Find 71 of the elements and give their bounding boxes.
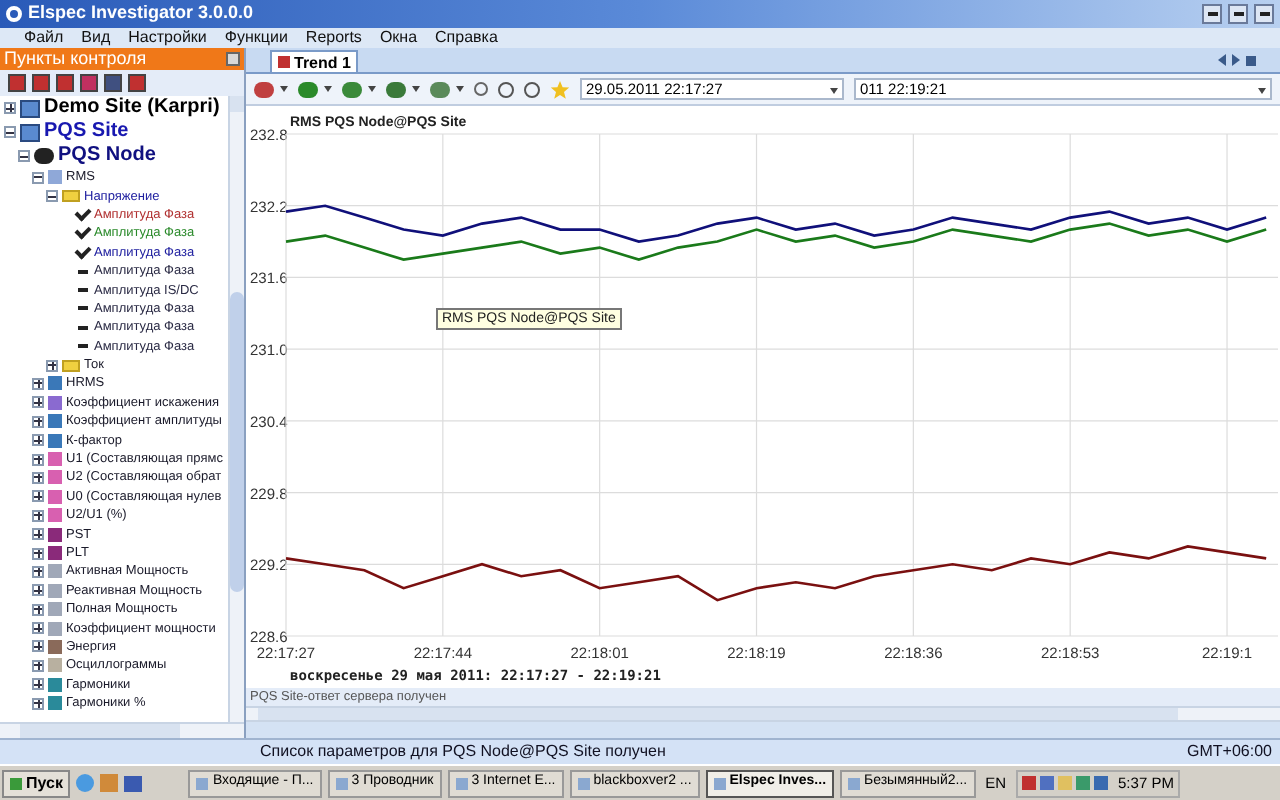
expand-toggle[interactable] — [32, 509, 44, 522]
dash-icon[interactable] — [78, 344, 88, 349]
chart-tool-icon[interactable] — [342, 81, 362, 97]
collapse-toggle[interactable] — [32, 171, 44, 184]
horizontal-scrollbar[interactable] — [246, 706, 1280, 722]
timezone-text: GMT+06:00 — [1187, 740, 1272, 764]
start-button[interactable]: Пуск — [2, 769, 71, 797]
check-icon[interactable] — [74, 204, 92, 222]
collapse-toggle[interactable] — [46, 190, 58, 203]
expand-toggle[interactable] — [4, 102, 16, 114]
menu-item[interactable]: Настройки — [128, 28, 207, 48]
expand-toggle[interactable] — [32, 415, 44, 428]
horizontal-scrollbar[interactable] — [0, 722, 244, 738]
globe-icon — [76, 774, 95, 792]
pin-icon — [226, 52, 240, 66]
menu-item[interactable]: Файл — [24, 28, 64, 48]
desktop-icon — [124, 775, 143, 791]
dash-icon[interactable] — [78, 269, 88, 274]
caret-icon[interactable] — [456, 86, 464, 92]
chart-tool-icon[interactable] — [386, 81, 406, 97]
folder-icon — [62, 359, 80, 372]
tree-item[interactable]: PQS Site — [44, 120, 129, 144]
status-text: Список параметров для PQS Node@PQS Site получен — [260, 740, 668, 764]
menu-item[interactable]: Окна — [379, 28, 418, 48]
tab[interactable]: Trend 1 — [270, 50, 359, 72]
check-icon[interactable] — [74, 242, 92, 259]
app-icon — [100, 774, 119, 792]
vertical-scrollbar[interactable] — [228, 96, 244, 722]
caret-icon[interactable] — [412, 86, 420, 92]
expand-toggle[interactable] — [32, 603, 44, 616]
expand-toggle[interactable] — [32, 528, 44, 541]
expand-toggle[interactable] — [32, 490, 44, 503]
expand-toggle[interactable] — [32, 640, 44, 653]
collapse-toggle[interactable] — [4, 126, 16, 138]
dash-icon[interactable] — [78, 306, 88, 311]
folder-icon — [62, 190, 80, 203]
panel-title: Пункты контроля — [4, 48, 149, 70]
caret-icon[interactable] — [368, 86, 376, 92]
tree-item[interactable]: Demo Site (Karpri) — [44, 96, 220, 120]
tree-item[interactable]: PQS Node — [58, 144, 156, 168]
window-title: Elspec Investigator 3.0.0.0 — [28, 0, 256, 27]
expand-toggle[interactable] — [32, 453, 44, 466]
dash-icon[interactable] — [78, 288, 88, 293]
close-icon — [1246, 56, 1256, 66]
expand-toggle[interactable] — [32, 584, 44, 597]
chart-tool-icon[interactable] — [254, 81, 274, 97]
menu-item[interactable]: Вид — [81, 28, 111, 48]
menu-item[interactable]: Справка — [435, 28, 498, 48]
chevron-left-icon — [1218, 54, 1226, 66]
chart-tool-icon[interactable] — [298, 81, 318, 97]
expand-toggle[interactable] — [32, 547, 44, 559]
expand-toggle[interactable] — [32, 396, 44, 409]
expand-toggle[interactable] — [32, 697, 44, 710]
expand-toggle[interactable] — [46, 359, 58, 372]
menu-item[interactable]: Reports — [305, 28, 362, 48]
dash-icon[interactable] — [78, 325, 88, 330]
check-icon[interactable] — [74, 223, 92, 241]
expand-toggle[interactable] — [32, 622, 44, 635]
star-icon[interactable] — [550, 79, 570, 99]
expand-toggle[interactable] — [32, 659, 44, 672]
collapse-toggle[interactable] — [18, 150, 30, 162]
expand-toggle[interactable] — [32, 678, 44, 691]
menu-item[interactable]: Функции — [224, 28, 288, 48]
expand-toggle[interactable] — [32, 434, 44, 447]
expand-toggle[interactable] — [32, 471, 44, 484]
chart-tool-icon[interactable] — [430, 81, 450, 97]
caret-icon[interactable] — [324, 86, 332, 92]
expand-toggle[interactable] — [32, 377, 44, 390]
caret-icon[interactable] — [280, 86, 288, 92]
minimize-button[interactable] — [1202, 4, 1222, 24]
expand-toggle[interactable] — [32, 565, 44, 578]
